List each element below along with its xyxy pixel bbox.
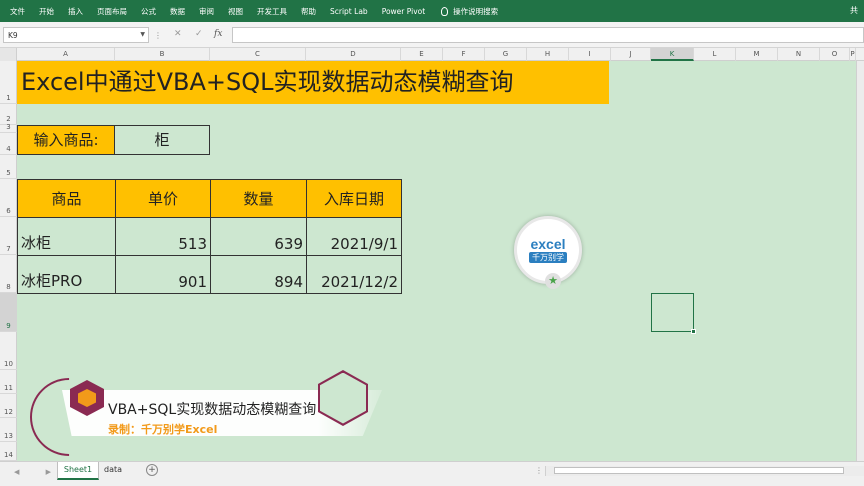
overlay-title: VBA+SQL实现数据动态模糊查询	[108, 402, 317, 418]
header-cell-date[interactable]: 入库日期	[306, 179, 402, 218]
tab-home[interactable]: 开始	[39, 6, 54, 17]
column-header-b[interactable]: B	[115, 48, 210, 61]
vertical-scrollbar[interactable]	[856, 61, 864, 461]
row-header-7[interactable]: 7	[0, 217, 17, 255]
column-header-k[interactable]: K	[651, 48, 694, 61]
column-header-e[interactable]: E	[401, 48, 443, 61]
sheet-tab-data[interactable]: data	[104, 465, 122, 474]
header-cell-price[interactable]: 单价	[115, 179, 211, 218]
column-header-a[interactable]: A	[17, 48, 115, 61]
row-header-3[interactable]: 3	[0, 123, 17, 133]
row-header-4[interactable]: 4	[0, 133, 17, 155]
formula-bar: K9 ▼ ⋮ ✕ ✓ fx	[0, 22, 864, 48]
more-vertical-icon: ⋮	[154, 31, 163, 40]
tab-help[interactable]: 帮助	[301, 6, 316, 17]
cell-price[interactable]: 901	[115, 255, 211, 294]
table-row: 冰柜PRO 901 894 2021/12/2	[17, 255, 402, 294]
column-header-p[interactable]: P	[850, 48, 856, 61]
column-header-o[interactable]: O	[820, 48, 850, 61]
header-cell-quantity[interactable]: 数量	[210, 179, 307, 218]
tab-file[interactable]: 文件	[10, 6, 25, 17]
lightbulb-icon	[441, 6, 449, 16]
row-header-10[interactable]: 10	[0, 332, 17, 370]
column-header-f[interactable]: F	[443, 48, 485, 61]
badge-bottom-text: 千万别学	[529, 252, 567, 263]
row-header-5[interactable]: 5	[0, 155, 17, 179]
tab-page-layout[interactable]: 页面布局	[97, 6, 127, 17]
more-horizontal-icon[interactable]: ⋮	[535, 466, 543, 475]
row-header-11[interactable]: 11	[0, 370, 17, 394]
sheet-title-cell[interactable]: Excel中通过VBA+SQL实现数据动态模糊查询	[17, 61, 609, 104]
row-header-6[interactable]: 6	[0, 179, 17, 217]
row-header-8[interactable]: 8	[0, 255, 17, 293]
column-header: A B C D E F G H I J K L M N O P	[0, 48, 864, 61]
overlay-subtitle: 录制：千万别学Excel	[108, 423, 218, 436]
row-header-1[interactable]: 1	[0, 61, 17, 104]
scrollbar-thumb[interactable]	[554, 467, 844, 474]
share-button[interactable]: 共	[850, 5, 858, 16]
tab-data[interactable]: 数据	[170, 6, 185, 17]
tab-power-pivot[interactable]: Power Pivot	[382, 7, 425, 16]
row-header-9[interactable]: 9	[0, 293, 17, 332]
tab-script-lab[interactable]: Script Lab	[330, 7, 368, 16]
table-row: 冰柜 513 639 2021/9/1	[17, 217, 402, 256]
tab-view[interactable]: 视图	[228, 6, 243, 17]
column-header-m[interactable]: M	[736, 48, 778, 61]
cell-quantity[interactable]: 639	[210, 217, 307, 256]
column-header-l[interactable]: L	[694, 48, 736, 61]
row-header: 1 2 3 4 5 6 7 8 9 10 11 12 13 14	[0, 61, 17, 461]
badge-top-text: excel	[530, 236, 566, 252]
cell-date[interactable]: 2021/12/2	[306, 255, 402, 294]
cell-quantity[interactable]: 894	[210, 255, 307, 294]
row-header-2[interactable]: 2	[0, 104, 17, 125]
add-sheet-icon[interactable]: +	[146, 464, 158, 476]
tab-formulas[interactable]: 公式	[141, 6, 156, 17]
row-header-13[interactable]: 13	[0, 418, 17, 442]
header-cell-product[interactable]: 商品	[17, 179, 116, 218]
star-icon: ★	[545, 273, 561, 289]
column-header-i[interactable]: I	[569, 48, 611, 61]
tab-insert[interactable]: 插入	[68, 6, 83, 17]
column-header-d[interactable]: D	[306, 48, 401, 61]
results-table: 商品 单价 数量 入库日期 冰柜 513 639 2021/9/1 冰柜PRO …	[17, 179, 402, 294]
sheet-tab-bar: ◀ ▶ Sheet1 data + ⋮	[0, 461, 864, 486]
tab-developer[interactable]: 开发工具	[257, 6, 287, 17]
cell-product[interactable]: 冰柜PRO	[17, 255, 116, 294]
column-header-h[interactable]: H	[527, 48, 569, 61]
table-header-row: 商品 单价 数量 入库日期	[17, 179, 402, 218]
ribbon-tab-bar: 文件 开始 插入 页面布局 公式 数据 审阅 视图 开发工具 帮助 Script…	[0, 0, 864, 22]
active-cell-k9[interactable]	[651, 293, 694, 332]
column-header-n[interactable]: N	[778, 48, 820, 61]
input-label-cell[interactable]: 输入商品:	[17, 125, 115, 155]
enter-icon[interactable]: ✓	[195, 29, 203, 39]
column-header-j[interactable]: J	[611, 48, 651, 61]
name-box-value: K9	[8, 31, 18, 40]
sheet-nav-arrows-icon[interactable]: ◀ ▶	[14, 468, 63, 476]
column-header-c[interactable]: C	[210, 48, 306, 61]
sheet-tab-sheet1[interactable]: Sheet1	[57, 462, 99, 480]
tell-me-label: 操作说明搜索	[453, 6, 499, 16]
horizontal-scrollbar[interactable]	[545, 466, 864, 476]
cell-price[interactable]: 513	[115, 217, 211, 256]
insert-function-icon[interactable]: fx	[214, 29, 222, 39]
badge-inner: excel 千万别学	[521, 223, 575, 277]
tab-review[interactable]: 审阅	[199, 6, 214, 17]
fill-handle[interactable]	[691, 329, 696, 334]
column-header-g[interactable]: G	[485, 48, 527, 61]
formula-input[interactable]	[232, 27, 864, 43]
name-box[interactable]: K9 ▼	[3, 27, 149, 43]
tell-me-search[interactable]: 操作说明搜索	[441, 6, 498, 17]
select-all-corner[interactable]	[0, 48, 17, 61]
cell-date[interactable]: 2021/9/1	[306, 217, 402, 256]
row-header-14[interactable]: 14	[0, 442, 17, 461]
cell-product[interactable]: 冰柜	[17, 217, 116, 256]
product-input-cell[interactable]: 柜	[115, 125, 210, 155]
cancel-icon[interactable]: ✕	[174, 29, 182, 39]
chevron-down-icon[interactable]: ▼	[140, 31, 145, 38]
excel-logo-badge: excel 千万别学 ★	[514, 216, 582, 289]
row-header-12[interactable]: 12	[0, 394, 17, 418]
